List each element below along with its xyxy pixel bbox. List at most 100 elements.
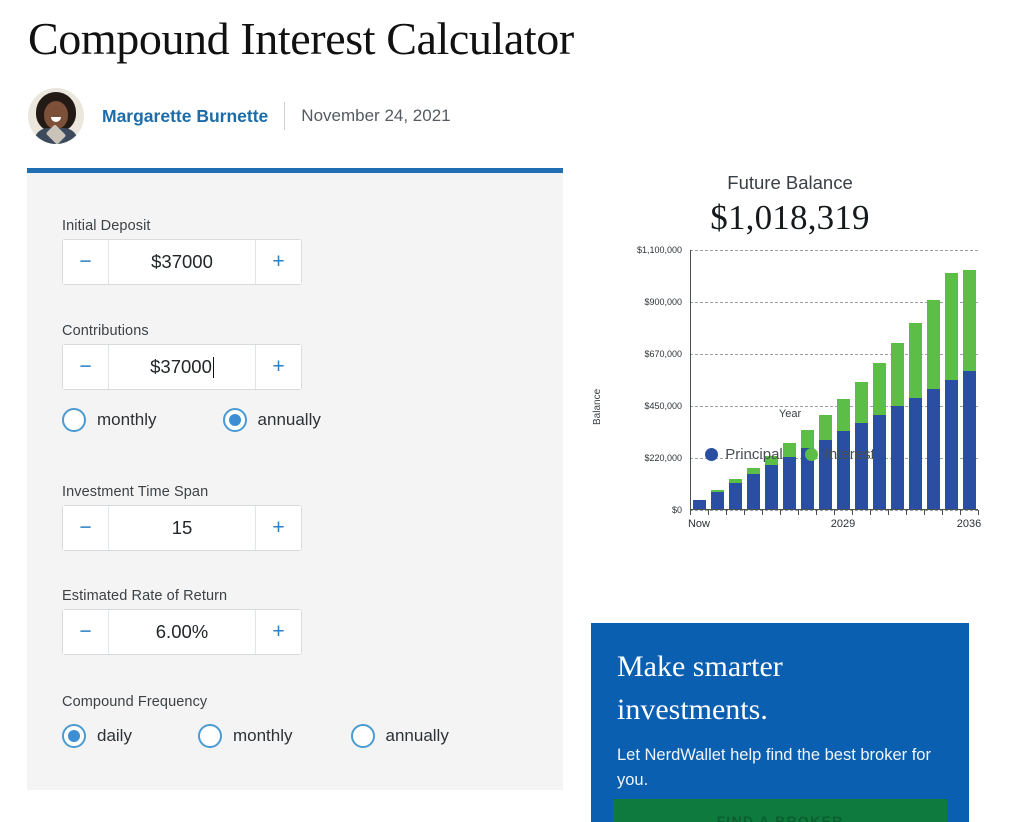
contribution-frequency-group: monthly annually — [62, 408, 321, 432]
rate-of-return-input[interactable]: 6.00% — [109, 610, 255, 654]
chart-bar — [728, 479, 742, 509]
compound-frequency-annually[interactable]: annually — [350, 724, 449, 748]
chart-plot-area — [690, 250, 979, 515]
future-balance-title: Future Balance — [727, 172, 853, 193]
chart-bar-principal-segment — [728, 482, 742, 509]
initial-deposit-input[interactable]: $37000 — [109, 240, 255, 284]
chart-bar-principal-segment — [836, 431, 850, 509]
chart-x-tick-label: 2029 — [830, 518, 856, 530]
compound-frequency-monthly-label: monthly — [232, 726, 293, 745]
text-caret — [212, 356, 214, 378]
contributions-input-value: $37000 — [150, 356, 212, 377]
chart-legend: Principal Interest — [590, 446, 990, 463]
compound-frequency-monthly[interactable]: monthly — [197, 724, 293, 748]
chart-y-tick-label: $670,000 — [644, 349, 682, 359]
chart-bar-principal-segment — [854, 423, 868, 509]
chart-bar-principal-segment — [764, 465, 778, 509]
find-a-broker-button[interactable]: FIND A BROKER — [613, 799, 947, 822]
chart-y-tick-label: $900,000 — [644, 297, 682, 307]
chart-x-tick-mark — [798, 510, 799, 515]
chart-bar-principal-segment — [710, 491, 724, 509]
chart-bar — [908, 322, 922, 509]
results-column: Future Balance $1,018,319 Balance Year $… — [590, 172, 990, 580]
chart-x-tick-mark — [888, 510, 889, 515]
chart-bar — [764, 455, 778, 509]
contributions-input[interactable]: $37000 — [109, 345, 255, 389]
chart-y-tick-label: $0 — [671, 505, 682, 515]
chart-x-tick-label: Now — [687, 518, 711, 530]
calculator-panel: Initial Deposit − $37000 + Contributions… — [27, 168, 563, 790]
promo-title-line2: investments. — [617, 693, 768, 726]
author-name-link[interactable]: Margarette Burnette — [102, 106, 268, 127]
chart-bar-interest-segment — [872, 363, 886, 415]
stepper-rate-of-return: − 6.00% + — [62, 609, 302, 655]
chart-bar — [746, 467, 760, 509]
chart-x-tick-mark — [816, 510, 817, 515]
chart-x-tick-mark — [726, 510, 727, 515]
radio-icon-monthly[interactable] — [62, 408, 86, 432]
chart-bar — [710, 489, 724, 509]
chart-bar-interest-segment — [854, 381, 868, 424]
future-balance-amount: $1,018,319 — [710, 198, 870, 237]
radio-icon-daily[interactable] — [62, 724, 86, 748]
rate-of-return-decrement-button[interactable]: − — [63, 610, 109, 654]
chart-bar-interest-segment — [926, 300, 940, 389]
chart-x-tick-mark — [942, 510, 943, 515]
time-span-decrement-button[interactable]: − — [63, 506, 109, 550]
chart-x-tick-mark — [834, 510, 835, 515]
radio-icon-compound-annually[interactable] — [350, 724, 375, 748]
label-contributions: Contributions — [62, 323, 149, 339]
radio-icon-compound-monthly[interactable] — [197, 724, 222, 748]
chart-x-tick-mark — [744, 510, 745, 515]
avatar — [28, 88, 84, 144]
label-time-span: Investment Time Span — [62, 484, 209, 500]
initial-deposit-decrement-button[interactable]: − — [63, 240, 109, 284]
radio-icon-annually[interactable] — [222, 408, 247, 432]
chart-y-axis-line — [690, 250, 691, 510]
time-span-input[interactable]: 15 — [109, 506, 255, 550]
initial-deposit-increment-button[interactable]: + — [255, 240, 301, 284]
chart-x-tick-mark — [978, 510, 979, 515]
chart-x-tick-mark — [762, 510, 763, 515]
promo-title-line1: Make smarter — [617, 650, 783, 683]
legend-item-interest: Interest — [804, 446, 875, 463]
chart-x-tick-mark — [870, 510, 871, 515]
chart-bar — [926, 300, 940, 509]
contribution-frequency-monthly[interactable]: monthly — [62, 408, 157, 432]
contribution-frequency-monthly-label: monthly — [97, 410, 157, 429]
chart-bar — [890, 343, 904, 509]
legend-label-interest: Interest — [824, 446, 875, 463]
compound-interest-calculator-page: Compound Interest Calculator Margarette … — [0, 0, 1024, 822]
stepper-contributions: − $37000 + — [62, 344, 302, 390]
compound-frequency-daily[interactable]: daily — [62, 724, 132, 748]
contribution-frequency-annually[interactable]: annually — [222, 408, 321, 432]
chart-x-tick-mark — [960, 510, 961, 515]
chart-bar-principal-segment — [782, 456, 796, 509]
balance-growth-chart: Balance Year $1,100,000 $900,000 $670,000 $… — [590, 245, 990, 580]
label-rate-of-return: Estimated Rate of Return — [62, 588, 228, 604]
chart-bar — [872, 363, 886, 509]
chart-bar-interest-segment — [836, 399, 850, 432]
contributions-decrement-button[interactable]: − — [63, 345, 109, 389]
chart-y-axis-ticks: $1,100,000 $900,000 $670,000 $450,000 $220,0… — [590, 245, 682, 515]
compound-frequency-annually-label: annually — [385, 726, 449, 745]
rate-of-return-increment-button[interactable]: + — [255, 610, 301, 654]
chart-bar-interest-segment — [908, 322, 922, 398]
label-compound-frequency: Compound Frequency — [62, 694, 208, 710]
chart-bar-interest-segment — [890, 343, 904, 407]
compound-frequency-group: daily monthly annually — [62, 724, 449, 748]
promo-card[interactable]: Make smarter investments. Let NerdWallet… — [591, 623, 969, 822]
contributions-increment-button[interactable]: + — [255, 345, 301, 389]
chart-x-tick-mark — [924, 510, 925, 515]
legend-dot-interest-icon — [804, 448, 818, 461]
chart-y-tick-label: $1,100,000 — [636, 245, 682, 255]
chart-x-tick-mark — [780, 510, 781, 515]
chart-x-tick-mark — [690, 510, 691, 515]
chart-bar-interest-segment — [962, 270, 976, 372]
byline-divider — [284, 102, 286, 130]
legend-item-principal: Principal — [705, 446, 783, 463]
time-span-increment-button[interactable]: + — [255, 506, 301, 550]
stepper-initial-deposit: − $37000 + — [62, 239, 302, 285]
chart-x-tick-mark — [852, 510, 853, 515]
chart-bar — [962, 270, 976, 509]
